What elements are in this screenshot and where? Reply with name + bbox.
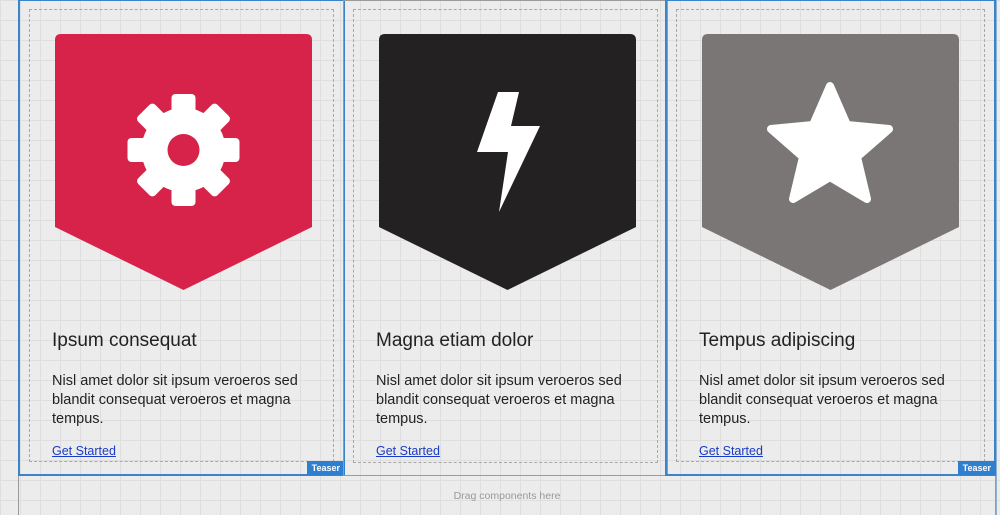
shield-badge	[379, 34, 636, 290]
card-title: Magna etiam dolor	[376, 330, 534, 351]
card-title: Tempus adipiscing	[699, 330, 856, 351]
get-started-link[interactable]: Get Started	[52, 444, 116, 458]
teaser-card-content: Tempus adipiscing Nisl amet dolor sit ip…	[676, 9, 985, 462]
drop-zone-label: Drag components here	[453, 489, 561, 502]
card-description: Nisl amet dolor sit ipsum veroeros sed b…	[699, 373, 945, 427]
get-started-link[interactable]: Get Started	[376, 444, 440, 458]
card-title: Ipsum consequat	[52, 330, 197, 351]
shield-badge	[55, 34, 312, 290]
teaser-card-content: Magna etiam dolor Nisl amet dolor sit ip…	[353, 9, 658, 463]
card-description: Nisl amet dolor sit ipsum veroeros sed b…	[52, 373, 298, 427]
card-description: Nisl amet dolor sit ipsum veroeros sed b…	[376, 373, 622, 427]
get-started-link[interactable]: Get Started	[699, 444, 763, 458]
teaser-card-1[interactable]: Ipsum consequat Nisl amet dolor sit ipsu…	[18, 0, 345, 476]
gear-icon	[127, 94, 240, 206]
frame-border-right	[996, 0, 997, 515]
component-badge: Teaser	[957, 461, 996, 475]
teaser-card-2[interactable]: Magna etiam dolor Nisl amet dolor sit ip…	[343, 0, 668, 476]
component-drop-zone[interactable]: Drag components here	[18, 476, 996, 515]
teaser-card-content: Ipsum consequat Nisl amet dolor sit ipsu…	[29, 9, 334, 462]
shield-badge	[702, 34, 959, 290]
component-badge: Teaser	[306, 461, 345, 475]
teaser-card-3[interactable]: Tempus adipiscing Nisl amet dolor sit ip…	[665, 0, 996, 476]
